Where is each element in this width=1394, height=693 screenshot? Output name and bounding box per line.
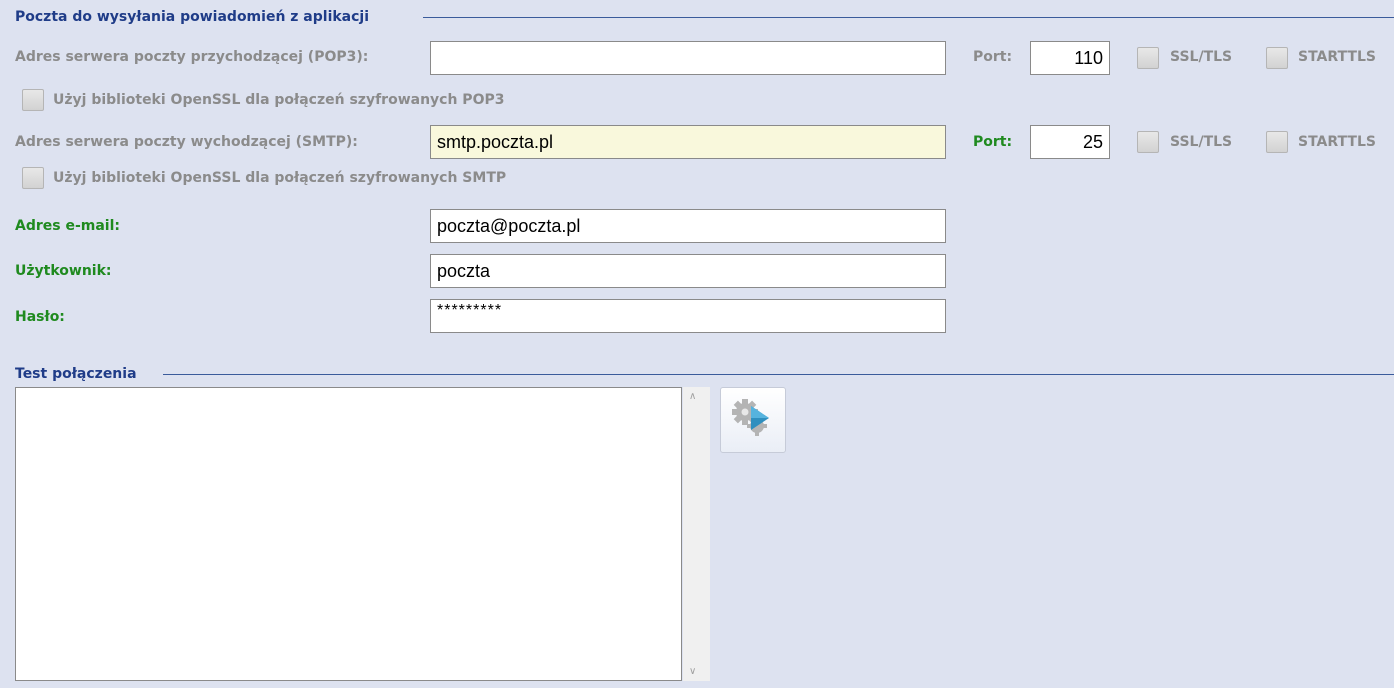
- pop3-starttls-checkbox[interactable]: [1266, 47, 1288, 69]
- test-group-title: Test połączenia: [15, 366, 137, 382]
- pop3-port-input[interactable]: 110: [1030, 41, 1110, 75]
- pop3-ssl-checkbox[interactable]: [1137, 47, 1159, 69]
- user-label: Użytkownik:: [15, 263, 112, 279]
- smtp-ssl-label: SSL/TLS: [1170, 134, 1233, 150]
- smtp-port-label: Port:: [973, 134, 1013, 150]
- smtp-starttls-checkbox[interactable]: [1266, 131, 1288, 153]
- gear-play-icon: [732, 399, 769, 436]
- smtp-ssl-checkbox[interactable]: [1137, 131, 1159, 153]
- pop3-starttls-label: STARTTLS: [1298, 49, 1376, 65]
- pop3-server-input[interactable]: [430, 41, 946, 75]
- log-scrollbar[interactable]: ∧ ∨: [683, 387, 710, 681]
- mail-group-title: Poczta do wysyłania powiadomień z aplika…: [15, 9, 370, 25]
- test-group-divider: [163, 374, 1394, 375]
- pop3-openssl-label: Użyj biblioteki OpenSSL dla połączeń szy…: [53, 92, 505, 108]
- scroll-down-icon[interactable]: ∨: [689, 666, 696, 677]
- smtp-server-input[interactable]: smtp.poczta.pl: [430, 125, 946, 159]
- smtp-starttls-label: STARTTLS: [1298, 134, 1376, 150]
- email-input[interactable]: poczta@poczta.pl: [430, 209, 946, 243]
- pop3-ssl-label: SSL/TLS: [1170, 49, 1233, 65]
- pop3-openssl-checkbox[interactable]: [22, 89, 44, 111]
- smtp-openssl-label: Użyj biblioteki OpenSSL dla połączeń szy…: [53, 170, 507, 186]
- smtp-server-label: Adres serwera poczty wychodzącej (SMTP):: [15, 134, 358, 150]
- settings-panel: Poczta do wysyłania powiadomień z aplika…: [0, 0, 1394, 688]
- pop3-server-label: Adres serwera poczty przychodzącej (POP3…: [15, 49, 369, 65]
- email-label: Adres e-mail:: [15, 218, 120, 234]
- user-input[interactable]: poczta: [430, 254, 946, 288]
- password-label: Hasło:: [15, 309, 65, 325]
- run-test-button[interactable]: [720, 387, 786, 453]
- scroll-up-icon[interactable]: ∧: [689, 391, 696, 402]
- smtp-openssl-checkbox[interactable]: [22, 167, 44, 189]
- pop3-port-label: Port:: [973, 49, 1013, 65]
- mail-group-divider: [423, 17, 1394, 18]
- connection-log-textarea[interactable]: [15, 387, 682, 681]
- password-input[interactable]: *********: [430, 299, 946, 333]
- smtp-port-input[interactable]: 25: [1030, 125, 1110, 159]
